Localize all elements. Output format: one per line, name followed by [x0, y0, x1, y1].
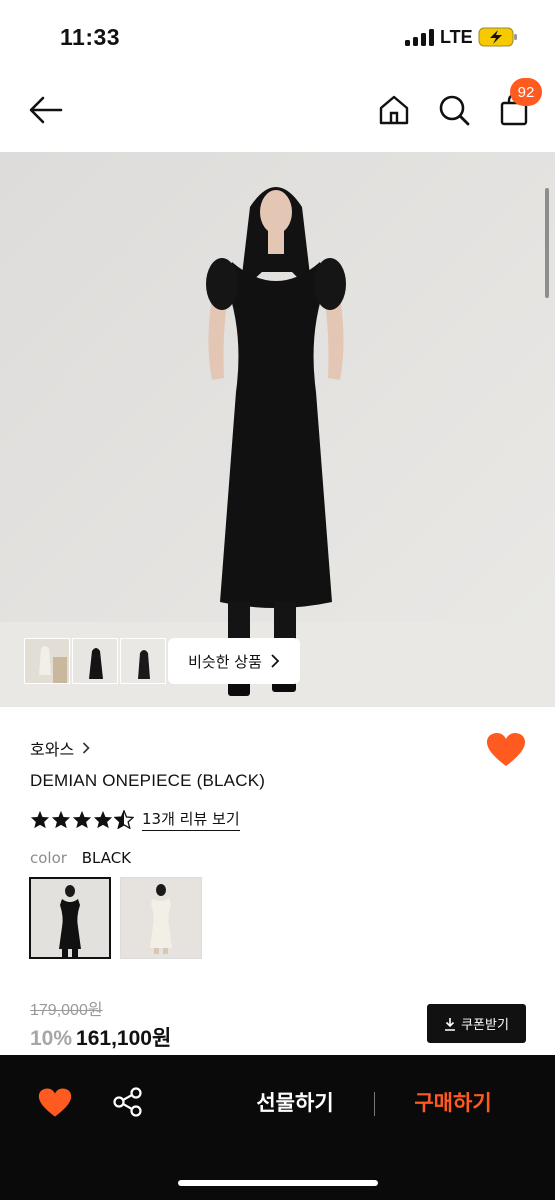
- star-full-icon: [93, 810, 113, 829]
- share-icon[interactable]: [112, 1086, 144, 1118]
- product-main-image[interactable]: 비슷한 상품: [0, 152, 555, 707]
- search-icon: [439, 95, 470, 126]
- color-option-label: color BLACK: [30, 849, 131, 867]
- home-icon: [379, 95, 409, 125]
- thumbnail-photo: [25, 639, 69, 683]
- price-row: 10% 161,100원: [30, 1022, 171, 1052]
- review-link[interactable]: 13개 리뷰 보기: [142, 808, 240, 831]
- rating-row: 13개 리뷰 보기: [30, 808, 240, 831]
- chevron-right-icon: [271, 654, 280, 668]
- star-full-icon: [30, 810, 50, 829]
- star-rating: [30, 810, 134, 829]
- similar-products-button[interactable]: 비슷한 상품: [168, 638, 300, 684]
- home-indicator: [178, 1180, 378, 1186]
- heart-icon[interactable]: [38, 1087, 72, 1119]
- color-swatch-black[interactable]: [29, 877, 111, 959]
- image-scroll-indicator: [545, 188, 549, 298]
- signal-bars-icon: [405, 29, 435, 46]
- home-button[interactable]: [374, 90, 414, 130]
- original-price: 179,000원: [30, 1002, 103, 1019]
- arrow-left-icon: [29, 96, 63, 124]
- gift-button[interactable]: 선물하기: [240, 1087, 350, 1117]
- brand-link[interactable]: 호와스: [30, 736, 90, 760]
- product-title: DEMIAN ONEPIECE (BLACK): [30, 771, 266, 790]
- color-label: color: [30, 849, 67, 867]
- back-button[interactable]: [26, 90, 66, 130]
- coupon-button[interactable]: 쿠폰받기: [427, 1004, 526, 1043]
- chevron-right-icon: [83, 742, 90, 754]
- coupon-label: 쿠폰받기: [461, 1018, 509, 1033]
- wishlist-heart-icon[interactable]: [486, 732, 526, 768]
- status-bar: 11:33 LTE: [0, 0, 555, 72]
- thumbnail-photo: [121, 639, 165, 683]
- star-full-icon: [72, 810, 92, 829]
- thumbnail-1[interactable]: [24, 638, 70, 684]
- status-time: 11:33: [60, 24, 121, 50]
- swatch-photo-black: [31, 879, 109, 957]
- star-full-icon: [51, 810, 71, 829]
- sale-price: 161,100원: [76, 1027, 172, 1050]
- bottom-action-bar: 선물하기 구매하기: [0, 1055, 555, 1200]
- top-nav-bar: [0, 72, 555, 152]
- cart-count-badge: 92: [510, 78, 542, 106]
- similar-products-label: 비슷한 상품: [188, 652, 262, 671]
- thumbnail-3[interactable]: [120, 638, 166, 684]
- model-photo: [0, 152, 555, 707]
- buy-button[interactable]: 구매하기: [398, 1087, 508, 1117]
- color-swatch-ivory[interactable]: [120, 877, 202, 959]
- network-label: LTE: [440, 27, 473, 47]
- divider: [374, 1092, 375, 1116]
- discount-rate: 10%: [30, 1027, 73, 1050]
- thumbnail-photo: [73, 639, 117, 683]
- brand-name: 호와스: [30, 740, 75, 759]
- download-icon: [445, 1017, 456, 1031]
- search-button[interactable]: [434, 90, 474, 130]
- thumbnail-2[interactable]: [72, 638, 118, 684]
- battery-charging-icon: [478, 27, 517, 47]
- selected-color-value: BLACK: [81, 849, 132, 867]
- star-half-icon: [114, 810, 134, 829]
- swatch-photo-ivory: [121, 878, 201, 958]
